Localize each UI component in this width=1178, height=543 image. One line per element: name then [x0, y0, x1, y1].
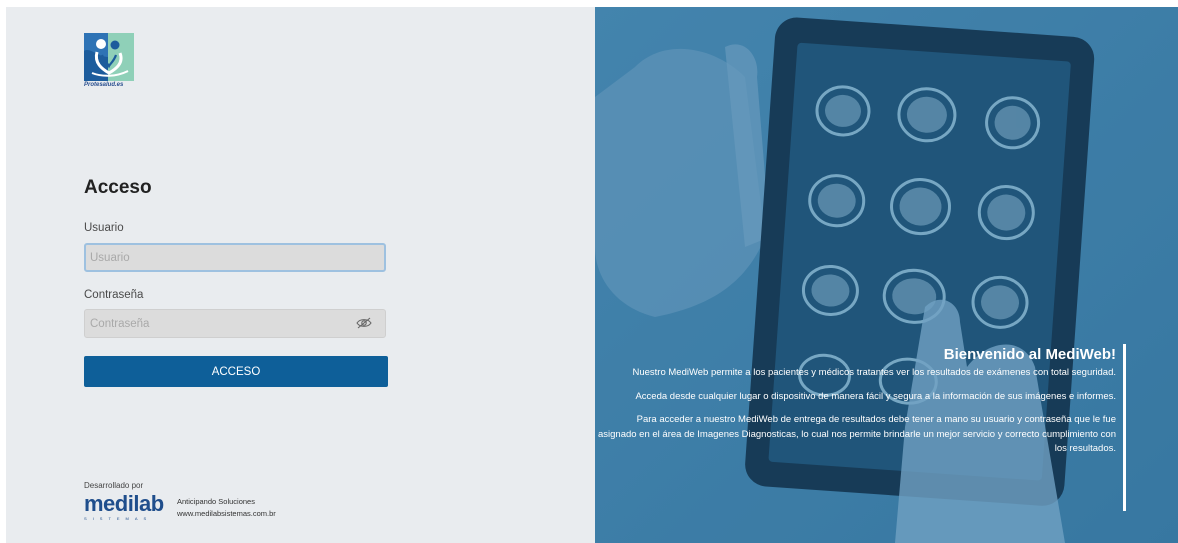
- welcome-accent-bar: [1123, 344, 1126, 511]
- login-button[interactable]: ACCESO: [84, 356, 388, 387]
- developer-info: Anticipando Soluciones www.medilabsistem…: [177, 496, 276, 520]
- eye-icon[interactable]: [356, 316, 372, 329]
- hero-panel: Bienvenido al MediWeb! Nuestro MediWeb p…: [595, 7, 1178, 543]
- medilab-subtitle: SISTEMAS: [84, 516, 153, 521]
- medilab-wordmark: medilab: [84, 491, 164, 516]
- login-panel: Protesalud.es Acceso Usuario Contraseña …: [6, 7, 595, 543]
- developer-tagline: Anticipando Soluciones: [177, 497, 255, 506]
- welcome-paragraph: Acceda desde cualquier lugar o dispositi…: [635, 390, 1116, 402]
- brand-logo: Protesalud.es: [84, 33, 134, 90]
- logo-text: Protesalud.es: [84, 82, 124, 88]
- username-label: Usuario: [84, 222, 124, 234]
- medilab-logo: medilab SISTEMAS: [84, 491, 164, 522]
- welcome-paragraph: Para acceder a nuestro MediWeb de entreg…: [597, 414, 1116, 454]
- page-frame: Protesalud.es Acceso Usuario Contraseña …: [6, 7, 1178, 543]
- logo-graphic: [84, 33, 134, 81]
- welcome-message: Bienvenido al MediWeb! Nuestro MediWeb p…: [596, 346, 1116, 466]
- developed-by-label: Desarrollado por: [84, 481, 144, 490]
- username-input[interactable]: [84, 243, 386, 272]
- login-title: Acceso: [84, 177, 152, 198]
- welcome-title: Bienvenido al MediWeb!: [943, 346, 1116, 363]
- developer-website: www.medilabsistemas.com.br: [177, 509, 276, 518]
- password-input[interactable]: [84, 309, 386, 338]
- password-label: Contraseña: [84, 289, 144, 301]
- welcome-paragraph: Nuestro MediWeb permite a los pacientes …: [632, 367, 1116, 378]
